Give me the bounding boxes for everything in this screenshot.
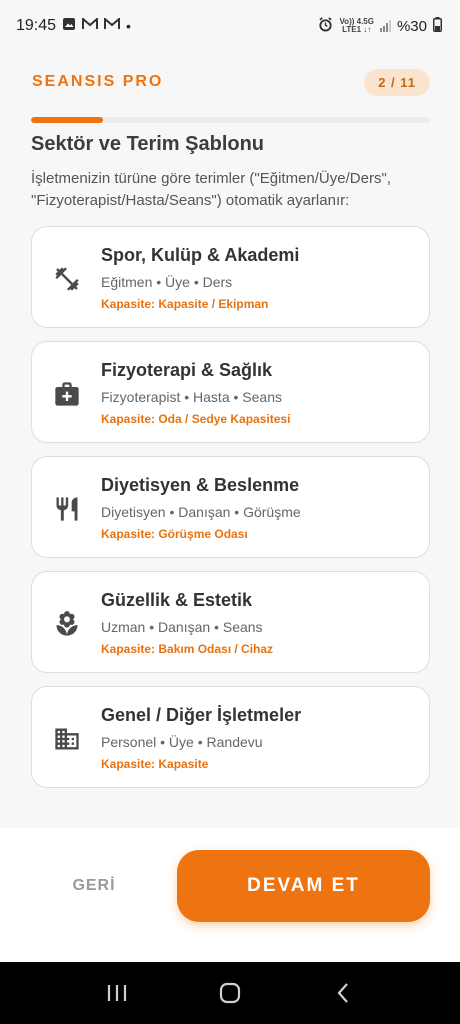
page-title: Sektör ve Terim Şablonu — [31, 133, 265, 155]
sector-card-beauty[interactable]: Güzellik & Estetik Uzman • Danışan • Sea… — [31, 571, 430, 673]
header: SEANSIS PRO 2 / 11 — [32, 66, 430, 98]
gmail-icon — [104, 16, 121, 35]
sector-capacity: Kapasite: Kapasite — [101, 757, 209, 771]
sector-title: Genel / Diğer İşletmeler — [101, 705, 302, 725]
image-icon — [62, 17, 76, 36]
alarm-icon — [318, 16, 333, 36]
sector-terms: Fizyoterapist • Hasta • Seans — [101, 389, 282, 405]
progress-bar — [31, 117, 430, 123]
back-nav-button[interactable] — [323, 973, 363, 1013]
dumbbell-icon — [52, 264, 82, 294]
sector-card-dietitian[interactable]: Diyetisyen & Beslenme Diyetisyen • Danış… — [31, 456, 430, 558]
sector-terms: Diyetisyen • Danışan • Görüşme — [101, 504, 301, 520]
sector-title: Güzellik & Estetik — [101, 590, 253, 610]
continue-button[interactable]: DEVAM ET — [177, 850, 430, 922]
sector-capacity: Kapasite: Bakım Odası / Cihaz — [101, 642, 274, 656]
status-time: 19:45 — [16, 17, 57, 34]
notification-dot: • — [126, 18, 131, 34]
sector-terms: Eğitmen • Üye • Ders — [101, 274, 233, 290]
sector-title: Spor, Kulüp & Akademi — [101, 245, 300, 265]
status-right: Vo)) 4.5G LTE1 ↓↑ %30 — [318, 16, 442, 36]
home-button[interactable] — [210, 973, 250, 1013]
brand-title: SEANSIS PRO — [32, 73, 164, 90]
battery-icon — [433, 16, 442, 36]
sector-capacity: Kapasite: Oda / Sedye Kapasitesi — [101, 412, 291, 426]
sector-title: Fizyoterapi & Sağlık — [101, 360, 273, 380]
status-bar: 19:45 • Vo)) 4.5G LTE1 ↓↑ %30 — [0, 0, 460, 52]
restaurant-icon — [52, 494, 82, 524]
home-icon — [219, 982, 241, 1004]
status-left: 19:45 • — [16, 16, 131, 36]
building-icon — [52, 724, 82, 754]
sector-card-sport[interactable]: Spor, Kulüp & Akademi Eğitmen • Üye • De… — [31, 226, 430, 328]
spa-icon — [52, 609, 82, 639]
step-indicator: 2 / 11 — [364, 68, 430, 96]
sector-capacity: Kapasite: Kapasite / Ekipman — [101, 297, 269, 311]
progress-fill — [31, 117, 103, 123]
medical-kit-icon — [52, 379, 82, 409]
bottom-action-bar: GERİ DEVAM ET — [0, 828, 460, 962]
back-button[interactable]: GERİ — [60, 874, 128, 898]
battery-text: %30 — [396, 17, 427, 35]
signal-icon — [379, 20, 391, 32]
network-type: Vo)) 4.5G LTE1 ↓↑ — [339, 18, 374, 34]
recent-apps-button[interactable] — [97, 973, 137, 1013]
page-description: İşletmenizin türüne göre terimler ("Eğit… — [31, 170, 391, 209]
sector-terms: Uzman • Danışan • Seans — [101, 619, 263, 635]
network-bottom: LTE1 ↓↑ — [342, 25, 372, 34]
system-nav-bar — [0, 962, 460, 1024]
sector-title: Diyetisyen & Beslenme — [101, 475, 300, 495]
sector-terms: Personel • Üye • Randevu — [101, 734, 263, 750]
sector-card-general[interactable]: Genel / Diğer İşletmeler Personel • Üye … — [31, 686, 430, 788]
gmail-icon — [82, 16, 99, 35]
sector-capacity: Kapasite: Görüşme Odası — [101, 527, 248, 541]
sector-card-physio[interactable]: Fizyoterapi & Sağlık Fizyoterapist • Has… — [31, 341, 430, 443]
recent-apps-icon — [107, 985, 126, 1001]
back-arrow-icon — [337, 983, 349, 1003]
